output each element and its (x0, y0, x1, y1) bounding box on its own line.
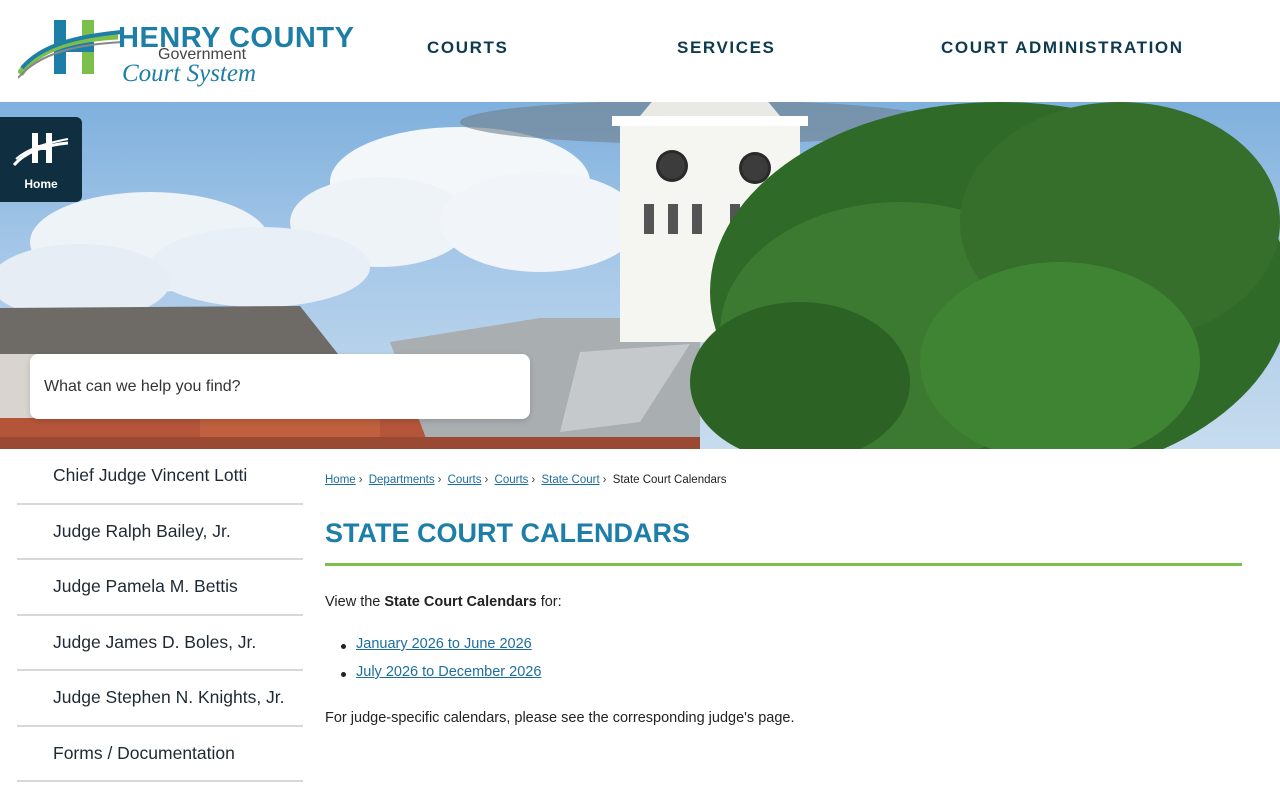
logo-script: Court System (122, 60, 257, 87)
sidebar-item-judge-bailey[interactable]: Judge Ralph Bailey, Jr. (17, 505, 303, 560)
breadcrumb-home[interactable]: Home (325, 474, 356, 486)
intro-text: View the State Court Calendars for: (325, 594, 562, 610)
breadcrumb-state-court[interactable]: State Court (541, 474, 599, 486)
page-title: STATE COURT CALENDARS (325, 518, 690, 548)
nav-courts[interactable]: COURTS (427, 38, 508, 58)
sidebar-item-judge-bettis[interactable]: Judge Pamela M. Bettis (17, 560, 303, 616)
calendar-link-jul-dec-2026[interactable]: July 2026 to December 2026 (356, 664, 541, 680)
henry-h-logo-icon (12, 133, 69, 167)
sidebar-nav: Chief Judge Vincent Lotti Judge Ralph Ba… (17, 449, 303, 782)
calendar-links-list: January 2026 to June 2026 July 2026 to D… (341, 636, 541, 692)
search-box[interactable] (30, 354, 530, 419)
henry-county-logo[interactable]: HENRY COUNTY Government Court System (18, 16, 354, 96)
search-input[interactable] (44, 354, 514, 419)
intro-bold: State Court Calendars (384, 594, 537, 610)
breadcrumb-departments[interactable]: Departments (369, 474, 435, 486)
calendar-link-jan-jun-2026[interactable]: January 2026 to June 2026 (356, 636, 532, 652)
judge-calendar-note: For judge-specific calendars, please see… (325, 710, 795, 726)
list-item: January 2026 to June 2026 (341, 636, 541, 664)
sidebar-item-chief-judge-lotti[interactable]: Chief Judge Vincent Lotti (17, 449, 303, 505)
sidebar-item-judge-boles[interactable]: Judge James D. Boles, Jr. (17, 616, 303, 671)
breadcrumb-current: State Court Calendars (612, 474, 727, 486)
home-label: Home (24, 177, 58, 191)
home-button[interactable]: Home (0, 117, 82, 202)
nav-court-administration[interactable]: COURT ADMINISTRATION (941, 38, 1184, 58)
breadcrumb: Home › Departments › Courts › Courts › State… (325, 474, 727, 486)
sidebar-item-judge-knights[interactable]: Judge Stephen N. Knights, Jr. (17, 671, 303, 727)
breadcrumb-courts-2[interactable]: Courts (495, 474, 529, 486)
intro-suffix: for: (536, 594, 562, 610)
breadcrumb-courts[interactable]: Courts (448, 474, 482, 486)
site-header: HENRY COUNTY Government Court System COU… (0, 0, 1280, 102)
list-item: July 2026 to December 2026 (341, 664, 541, 692)
sidebar-item-forms-documentation[interactable]: Forms / Documentation (17, 727, 303, 782)
title-divider (325, 563, 1242, 566)
nav-services[interactable]: SERVICES (677, 38, 775, 58)
logo-h-icon (18, 20, 125, 79)
intro-prefix: View the (325, 594, 385, 610)
